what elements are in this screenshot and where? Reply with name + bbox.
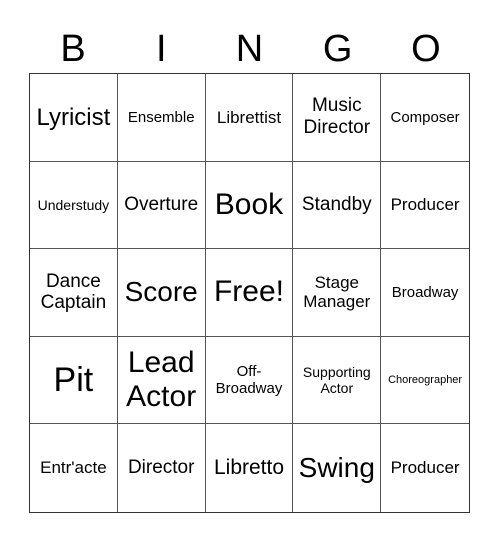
bingo-cell[interactable]: Composer bbox=[381, 74, 469, 162]
bingo-cell[interactable]: Overture bbox=[117, 161, 206, 250]
bingo-cell[interactable]: Producer bbox=[381, 424, 469, 512]
bingo-cell[interactable]: Lyricist bbox=[30, 74, 118, 162]
bingo-cell[interactable]: Music Director bbox=[293, 74, 382, 162]
bingo-cell[interactable]: Understudy bbox=[30, 161, 118, 250]
bingo-cell[interactable]: Lead Actor bbox=[117, 336, 206, 425]
bingo-cell[interactable]: Swing bbox=[293, 424, 382, 512]
bingo-cell[interactable]: Book bbox=[205, 161, 294, 250]
bingo-cell[interactable]: Producer bbox=[381, 162, 469, 250]
bingo-grid: Lyricist Ensemble Librettist Music Director… bbox=[29, 73, 470, 513]
header-letter-i: I bbox=[156, 28, 167, 70]
free-space-cell[interactable]: Free! bbox=[205, 249, 294, 337]
bingo-cell[interactable]: Entr'acte bbox=[30, 424, 118, 512]
bingo-cell[interactable]: Director bbox=[118, 424, 206, 512]
bingo-cell[interactable]: Off-Broadway bbox=[205, 336, 294, 425]
bingo-cell[interactable]: Supporting Actor bbox=[293, 336, 382, 425]
bingo-header: B I N G O bbox=[29, 26, 470, 72]
bingo-cell[interactable]: Choreographer bbox=[381, 337, 469, 425]
header-letter-b: B bbox=[60, 28, 86, 70]
bingo-cell[interactable]: Ensemble bbox=[117, 74, 206, 162]
bingo-cell[interactable]: Broadway bbox=[381, 249, 469, 337]
bingo-cell[interactable]: Pit bbox=[30, 336, 118, 425]
bingo-cell[interactable]: Score bbox=[117, 249, 206, 337]
header-letter-o: O bbox=[411, 28, 441, 70]
header-letter-n: N bbox=[235, 28, 264, 70]
bingo-cell[interactable]: Standby bbox=[293, 161, 382, 250]
bingo-cell[interactable]: Dance Captain bbox=[30, 249, 118, 337]
bingo-cell[interactable]: Stage Manager bbox=[293, 249, 382, 337]
bingo-cell[interactable]: Librettist bbox=[205, 74, 294, 162]
header-letter-g: G bbox=[322, 28, 353, 70]
bingo-cell[interactable]: Libretto bbox=[206, 424, 294, 512]
